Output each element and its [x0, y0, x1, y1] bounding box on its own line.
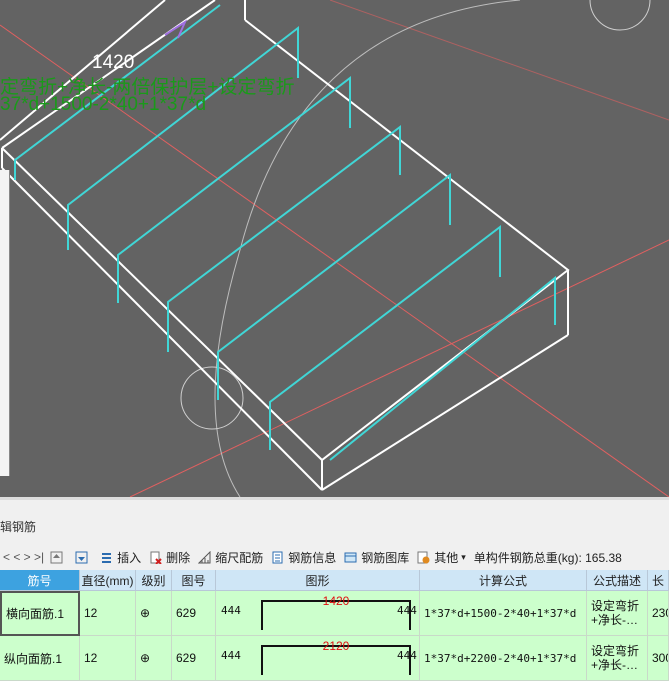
pivot-circle	[589, 0, 651, 31]
move-down-button[interactable]	[75, 551, 92, 564]
move-up-button[interactable]	[50, 551, 67, 564]
column-header-shape[interactable]: 图形	[216, 570, 420, 591]
pivot-circle	[180, 366, 244, 430]
table-row-1-grade[interactable]: ⊕	[136, 591, 172, 636]
side-panel-edge	[0, 170, 10, 476]
arrow-up-icon	[50, 551, 63, 563]
column-header-diameter[interactable]: 直径(mm)	[80, 570, 136, 591]
arrow-down-icon	[75, 551, 88, 563]
axis-line-red	[129, 239, 669, 497]
rebar-library-button[interactable]: 钢筋图库	[344, 549, 409, 566]
shape-length[interactable]: 1420	[261, 594, 411, 608]
table-row-2-length[interactable]: 300	[648, 636, 669, 681]
shape-length[interactable]: 2120	[261, 639, 411, 653]
scale-rebar-button[interactable]: 缩尺配筋	[198, 549, 263, 566]
left-hook-length: 444	[221, 604, 241, 617]
other-icon	[417, 551, 430, 563]
table-row-1-description[interactable]: 设定弯折+净长-…	[587, 591, 648, 636]
panel-title-bar: 辑钢筋	[0, 497, 669, 534]
table-row-2-formula[interactable]: 1*37*d+2200-2*40+1*37*d	[420, 636, 587, 681]
table-row-2-grade[interactable]: ⊕	[136, 636, 172, 681]
formula-expression: 37*d+1500-2*40+1*37*d	[0, 94, 207, 115]
table-row-1-formula[interactable]: 1*37*d+1500-2*40+1*37*d	[420, 591, 587, 636]
record-navigation[interactable]: < < > >|	[3, 550, 44, 564]
column-header-figure-no[interactable]: 图号	[172, 570, 216, 591]
table-row-1-figure-no[interactable]: 629	[172, 591, 216, 636]
column-header-formula[interactable]: 计算公式	[420, 570, 587, 591]
scale-icon	[198, 550, 211, 563]
delete-label: 删除	[166, 550, 191, 565]
table-row-2-bar-no[interactable]: 纵向面筋.1	[0, 636, 80, 681]
selection-arrow	[164, 19, 188, 39]
library-icon	[344, 552, 357, 562]
table-row-2-description[interactable]: 设定弯折+净长-…	[587, 636, 648, 681]
other-label: 其他	[434, 550, 459, 565]
column-header-grade[interactable]: 级别	[136, 570, 172, 591]
column-header-length[interactable]: 长	[648, 570, 669, 591]
column-header-description[interactable]: 公式描述	[587, 570, 648, 591]
insert-label: 插入	[117, 550, 142, 565]
delete-icon	[150, 551, 162, 564]
insert-icon	[102, 552, 112, 563]
table-row-1-shape[interactable]: 444 1420 444	[216, 591, 420, 636]
scale-label: 缩尺配筋	[215, 550, 264, 565]
axis-line-red	[329, 0, 669, 121]
dimension-label: 1420	[92, 52, 135, 73]
chevron-down-icon: ▾	[461, 551, 466, 562]
panel-title: 辑钢筋	[0, 520, 37, 534]
rebar-edit-panel: 辑钢筋 < < > >| 插入 删除 缩尺配筋 钢筋信息 钢筋图库 其他 ▾ 单构…	[0, 497, 669, 681]
rebar-info-label: 钢筋信息	[288, 550, 337, 565]
other-menu-button[interactable]: 其他 ▾	[417, 549, 466, 566]
table-row-2-diameter[interactable]: 12	[80, 636, 136, 681]
table-row-1-length[interactable]: 230	[648, 591, 669, 636]
right-hook-length: 444	[397, 649, 417, 662]
rebar-info-button[interactable]: 钢筋信息	[271, 549, 336, 566]
table-row-1-diameter[interactable]: 12	[80, 591, 136, 636]
rebar-library-label: 钢筋图库	[361, 550, 410, 565]
table-row-2-figure-no[interactable]: 629	[172, 636, 216, 681]
insert-button[interactable]: 插入	[100, 549, 141, 566]
panel-toolbar: < < > >| 插入 删除 缩尺配筋 钢筋信息 钢筋图库 其他 ▾ 单构件钢筋总…	[0, 545, 669, 569]
document-icon	[272, 551, 283, 563]
column-header-bar-no[interactable]: 筋号	[0, 570, 80, 591]
table-row-2-shape[interactable]: 444 2120 444	[216, 636, 420, 681]
total-weight-label: 单构件钢筋总重(kg): 165.38	[473, 550, 622, 565]
left-hook-length: 444	[221, 649, 241, 662]
delete-button[interactable]: 删除	[149, 549, 190, 566]
right-hook-length: 444	[397, 604, 417, 617]
3d-viewport[interactable]: 1420 定弯折+净长-两倍保护层+设定弯折 37*d+1500-2*40+1*…	[0, 0, 669, 497]
table-row-1-bar-no[interactable]: 横向面筋.1	[0, 591, 80, 636]
